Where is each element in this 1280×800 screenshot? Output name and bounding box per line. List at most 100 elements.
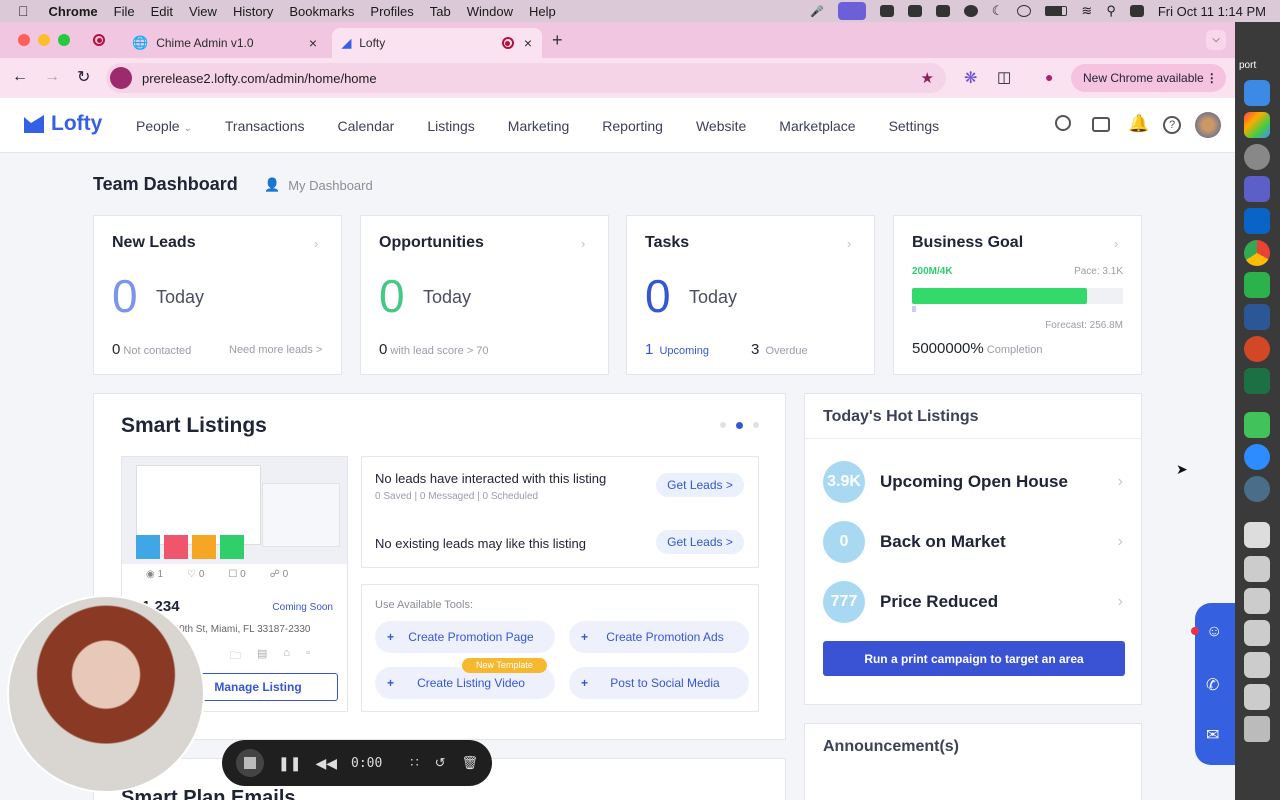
teams-icon[interactable] — [1244, 176, 1270, 202]
restart-icon[interactable]: ↺ — [435, 755, 446, 771]
finder-icon[interactable] — [1244, 80, 1270, 106]
print-icon[interactable]: ▤ — [257, 647, 267, 666]
menubar-profiles[interactable]: Profiles — [370, 4, 413, 19]
phone-icon[interactable]: ✆ — [1206, 675, 1219, 695]
menubar-history[interactable]: History — [233, 4, 273, 19]
chrome-icon[interactable] — [1244, 240, 1270, 266]
hot-back-on-market[interactable]: 0 Back on Market › — [823, 521, 1123, 563]
film-icon[interactable] — [907, 5, 922, 17]
tab-chime-admin[interactable]: 🌐 Chime Admin v1.0 × — [122, 28, 327, 58]
get-leads-button[interactable]: Get Leads > — [656, 530, 744, 554]
chevron-right-icon[interactable]: › — [1114, 236, 1118, 251]
window-thumb-icon[interactable] — [1244, 684, 1270, 710]
close-tab-icon[interactable]: × — [524, 35, 532, 51]
post-to-social-media-button[interactable]: + Post to Social Media — [569, 667, 749, 699]
bell-icon[interactable]: 🔔 — [1128, 114, 1149, 134]
not-contacted[interactable]: 0 Not contacted — [112, 341, 191, 358]
menubar-file[interactable]: File — [114, 4, 135, 19]
trash-icon[interactable] — [1244, 716, 1270, 742]
house-icon[interactable]: ⌂ — [283, 647, 290, 666]
cloud-icon[interactable] — [879, 5, 894, 17]
hot-upcoming-open-house[interactable]: 3.9K Upcoming Open House › — [823, 461, 1123, 503]
carousel-dot-active[interactable] — [736, 422, 743, 429]
assistant-icon[interactable]: ☺ — [1206, 623, 1222, 641]
window-thumb-icon[interactable] — [1244, 620, 1270, 646]
office-icon[interactable] — [935, 5, 950, 17]
system-settings-icon[interactable] — [1244, 144, 1270, 170]
nav-reporting[interactable]: Reporting — [602, 118, 663, 134]
avatar[interactable] — [1195, 112, 1221, 138]
carousel-dot[interactable] — [720, 422, 726, 428]
upcoming-tasks[interactable]: 1 Upcoming — [645, 341, 709, 358]
close-window-icon[interactable] — [18, 34, 30, 46]
reload-icon[interactable]: ↻ — [77, 67, 90, 87]
get-leads-button[interactable]: Get Leads > — [656, 473, 744, 497]
search-icon[interactable]: ⚲ — [1106, 3, 1116, 19]
menubar-view[interactable]: View — [189, 4, 217, 19]
webcam-bubble[interactable] — [7, 595, 205, 793]
new-chrome-available-button[interactable]: New Chrome available ⋮ — [1071, 64, 1226, 92]
puzzle-icon[interactable]: ◫ — [997, 68, 1011, 86]
more-icon[interactable]: ▫ — [306, 647, 310, 666]
powerpoint-icon[interactable] — [1244, 336, 1270, 362]
inbox-icon[interactable] — [1092, 117, 1110, 132]
play-circle-icon[interactable] — [963, 5, 978, 17]
carousel-dots[interactable] — [720, 422, 759, 429]
zoom-window-icon[interactable] — [58, 34, 70, 46]
pause-icon[interactable]: ❚❚ — [278, 755, 301, 772]
launchpad-icon[interactable] — [1244, 112, 1270, 138]
moon-icon[interactable]: ☾ — [992, 3, 1004, 19]
bookmark-star-icon[interactable]: ★ — [921, 69, 934, 87]
site-info-icon[interactable] — [110, 67, 132, 89]
help-icon[interactable]: ? — [1163, 116, 1181, 134]
chevron-right-icon[interactable]: › — [581, 236, 585, 251]
menubar-app-name[interactable]: Chrome — [49, 4, 98, 19]
overdue-tasks[interactable]: 3 Overdue — [751, 341, 808, 358]
menubar-help[interactable]: Help — [529, 4, 556, 19]
play-icon[interactable] — [1017, 5, 1032, 17]
excel-icon[interactable] — [1244, 368, 1270, 394]
nav-transactions[interactable]: Transactions — [225, 118, 305, 134]
leaf-app-icon[interactable] — [1244, 412, 1270, 438]
address-bar[interactable]: prerelease2.lofty.com/admin/home/home ★ — [106, 63, 946, 93]
nav-listings[interactable]: Listings — [427, 118, 474, 134]
wifi-icon[interactable]: ≋ — [1081, 3, 1092, 19]
need-more-leads-link[interactable]: Need more leads > — [229, 344, 322, 356]
menubar-datetime[interactable]: Fri Oct 11 1:14 PM — [1158, 4, 1266, 19]
zoom-icon[interactable] — [1244, 444, 1270, 470]
control-center-icon[interactable] — [1129, 5, 1144, 17]
chevron-right-icon[interactable]: › — [847, 236, 851, 251]
nav-calendar[interactable]: Calendar — [338, 118, 395, 134]
profile-icon[interactable]: ● — [1045, 69, 1053, 85]
menubar-edit[interactable]: Edit — [151, 4, 173, 19]
menubar-bookmarks[interactable]: Bookmarks — [289, 4, 354, 19]
search-icon[interactable] — [1055, 115, 1071, 131]
window-thumb-icon[interactable] — [1244, 652, 1270, 678]
battery-icon[interactable] — [1045, 6, 1068, 16]
green-app-icon[interactable] — [1244, 272, 1270, 298]
create-promotion-ads-button[interactable]: + Create Promotion Ads — [569, 621, 749, 653]
nav-website[interactable]: Website — [696, 118, 746, 134]
window-thumb-icon[interactable] — [1244, 588, 1270, 614]
word-icon[interactable] — [1244, 304, 1270, 330]
forward-icon[interactable]: → — [44, 68, 60, 86]
menubar-window[interactable]: Window — [467, 4, 513, 19]
opportunities-card[interactable]: Opportunities › 0 Today 0 with lead scor… — [360, 215, 609, 375]
document-icon[interactable] — [1244, 522, 1270, 548]
tab-search-icon[interactable]: ⌵ — [1206, 30, 1226, 50]
nav-settings[interactable]: Settings — [889, 118, 940, 134]
tab-lofty[interactable]: ◢ Lofty × — [332, 28, 542, 58]
nav-marketing[interactable]: Marketing — [508, 118, 569, 134]
back-icon[interactable]: ← — [12, 68, 28, 86]
print-campaign-button[interactable]: Run a print campaign to target an area — [823, 641, 1125, 676]
minimize-window-icon[interactable] — [38, 34, 50, 46]
tasks-card[interactable]: Tasks › 0 Today 1 Upcoming 3 Overdue — [626, 215, 875, 375]
outlook-icon[interactable] — [1244, 208, 1270, 234]
new-tab-icon[interactable]: + — [552, 30, 563, 51]
window-thumb-icon[interactable] — [1244, 556, 1270, 582]
microphone-icon[interactable]: 🎤 — [810, 5, 824, 18]
trash-icon[interactable]: 🗑 — [462, 755, 479, 771]
more-menu-icon[interactable]: ⋮ — [1206, 71, 1218, 85]
close-tab-icon[interactable]: × — [309, 35, 317, 51]
grid-icon[interactable]: ∷ — [410, 755, 418, 771]
